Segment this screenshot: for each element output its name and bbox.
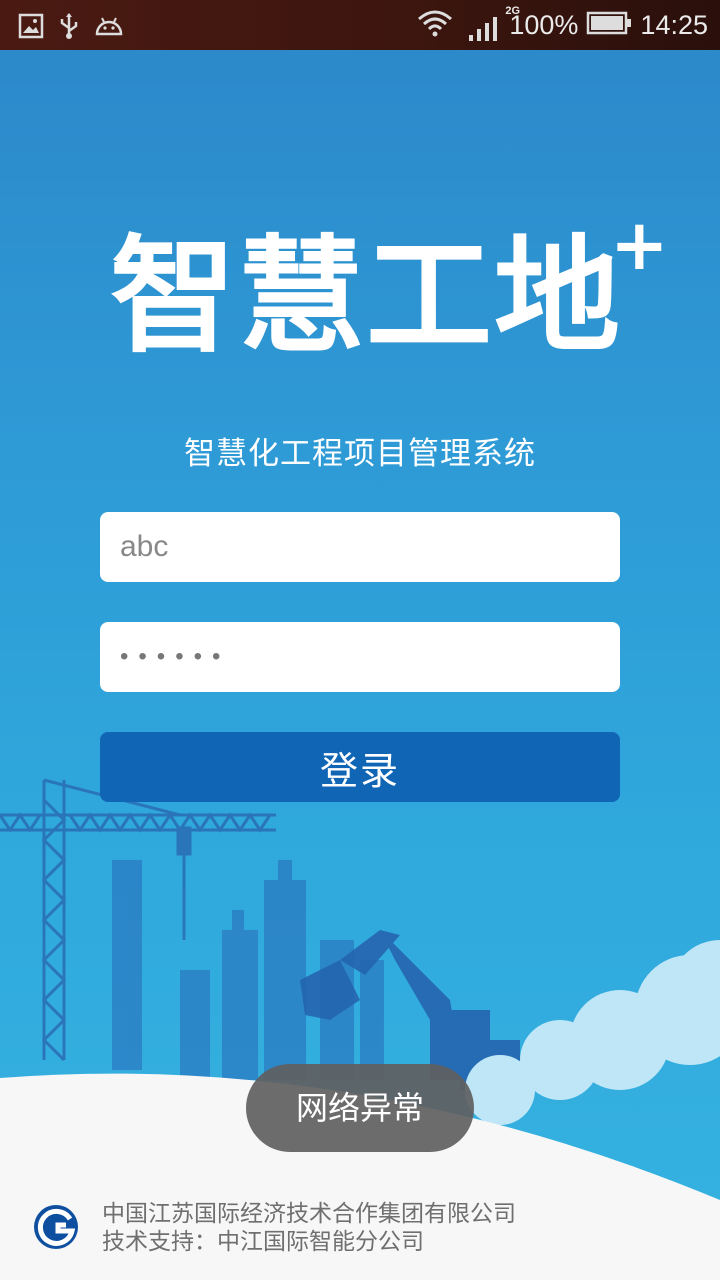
image-icon	[18, 13, 44, 43]
usb-icon	[58, 12, 80, 44]
logo-text: 智慧工地	[110, 223, 622, 370]
app-logo: 智慧工地 +	[110, 210, 670, 372]
wifi-icon	[417, 9, 453, 41]
login-button[interactable]: 登录	[100, 732, 620, 802]
network-type: 2G	[505, 5, 521, 17]
battery-icon	[586, 10, 632, 40]
app-subtitle: 智慧化工程项目管理系统	[184, 436, 536, 472]
network-error-toast: 网络异常	[246, 1064, 474, 1152]
company-name: 中国江苏国际经济技术合作集团有限公司	[102, 1201, 516, 1227]
username-input[interactable]	[100, 512, 620, 582]
footer-text: 中国江苏国际经济技术合作集团有限公司 技术支持：中江国际智能分公司	[102, 1200, 516, 1256]
company-logo-icon	[34, 1205, 78, 1249]
status-bar: 2G 100% 14:25	[0, 0, 720, 50]
signal-icon: 2G	[461, 5, 520, 43]
password-input[interactable]	[100, 622, 620, 692]
logo-plus: +	[610, 204, 669, 286]
tech-support: 技术支持：中江国际智能分公司	[102, 1229, 424, 1255]
clock: 14:25	[640, 9, 708, 40]
android-icon	[94, 14, 124, 42]
